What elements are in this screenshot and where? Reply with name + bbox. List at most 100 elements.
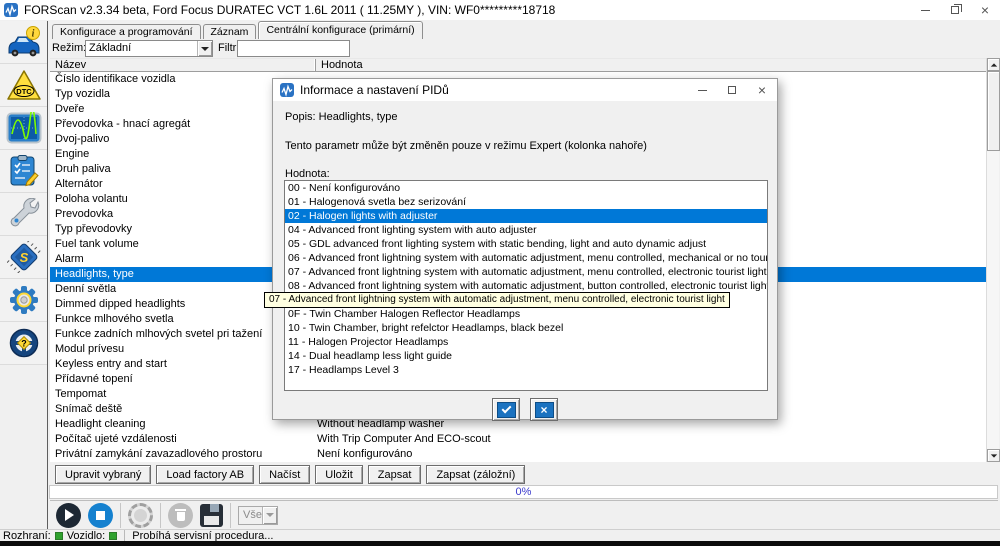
scroll-up-button[interactable] — [987, 58, 1000, 71]
tab-z-znam[interactable]: Záznam — [203, 24, 257, 39]
stop-icon — [96, 511, 105, 520]
mode-label: Režim: — [52, 42, 86, 54]
cancel-dialog-button[interactable]: × — [530, 398, 558, 421]
clear-button[interactable] — [168, 503, 193, 528]
svg-text:DTC: DTC — [16, 87, 32, 96]
tab-bar: Konfigurace a programováníZáznamCentráln… — [52, 21, 425, 39]
ulo-it-button[interactable]: Uložit — [315, 465, 363, 484]
interface-label: Rozhraní: — [3, 530, 51, 542]
column-header-hodnota[interactable]: Hodnota — [316, 59, 986, 71]
dialog-title-bar[interactable]: Informace a nastavení PIDů × — [273, 79, 777, 101]
tab-centr-ln-konfigurace-prim-rn[interactable]: Centrální konfigurace (primární) — [258, 21, 422, 39]
status-message: Probíhá servisní procedura... — [132, 530, 273, 542]
sidebar-divider — [47, 21, 48, 540]
chevron-down-icon[interactable] — [197, 41, 212, 56]
check-icon — [497, 402, 516, 418]
dtc-warning-icon: DTC — [6, 68, 42, 102]
programming-button[interactable]: S — [0, 236, 47, 279]
vehicle-label: Vozidlo: — [67, 530, 106, 542]
dialog-option[interactable]: 08 - Advanced front lightning system wit… — [285, 279, 767, 293]
load-factory-ab-button[interactable]: Load factory AB — [156, 465, 254, 484]
tab-konfigurace-a-programov-n[interactable]: Konfigurace a programování — [52, 24, 201, 39]
filter-input[interactable] — [237, 40, 350, 57]
oscilloscope-icon — [6, 112, 42, 144]
mode-row: Režim: Základní Filtr: — [0, 39, 1000, 58]
settings-button[interactable] — [0, 279, 47, 322]
mode-value: Základní — [89, 42, 131, 54]
dialog-option[interactable]: 17 - Headlamps Level 3 — [285, 363, 767, 377]
dialog-option[interactable]: 10 - Twin Chamber, bright refelctor Head… — [285, 321, 767, 335]
dialog-option[interactable]: 00 - Není konfigurováno — [285, 181, 767, 195]
scroll-down-icon — [990, 454, 996, 457]
minimize-button[interactable] — [910, 0, 940, 20]
trash-icon — [175, 509, 186, 511]
value-label: Hodnota: — [285, 168, 330, 180]
zapsat-button[interactable]: Zapsat — [368, 465, 422, 484]
dialog-option[interactable]: 06 - Advanced front lightning system wit… — [285, 251, 767, 265]
maximize-icon — [728, 86, 736, 94]
value-list: 00 - Není konfigurováno01 - Halogenová s… — [284, 180, 768, 391]
tests-button[interactable] — [0, 150, 47, 193]
svg-text:S: S — [19, 250, 28, 265]
dialog-maximize-button[interactable] — [717, 79, 747, 101]
scroll-up-icon — [990, 63, 996, 66]
dialog-option[interactable]: 02 - Halogen lights with adjuster — [285, 209, 767, 223]
sidebar: i DTC — [0, 21, 47, 365]
status-divider — [124, 530, 125, 541]
steering-wheel-icon: ? — [7, 327, 41, 359]
checklist-icon — [7, 155, 41, 187]
dialog-close-button[interactable]: × — [747, 79, 777, 101]
mode-select[interactable]: Základní — [85, 40, 213, 57]
toolbar-divider — [160, 503, 161, 528]
zapsat-z-lo-n-button[interactable]: Zapsat (záložní) — [426, 465, 525, 484]
floppy-icon — [210, 504, 219, 512]
dialog-option[interactable]: 05 - GDL advanced front lighting system … — [285, 237, 767, 251]
save-button[interactable] — [200, 504, 223, 527]
table-row[interactable]: Počítač ujeté vzdálenostiWith Trip Compu… — [50, 432, 986, 447]
dialog-minimize-button[interactable] — [687, 79, 717, 101]
pid-note: Tento parametr může být změněn pouze v r… — [285, 140, 647, 152]
scroll-down-button[interactable] — [987, 449, 1000, 462]
table-row[interactable]: Privátní zamykání zavazadlového prostoru… — [50, 447, 986, 462]
confirm-button[interactable] — [492, 398, 520, 421]
chevron-down-icon — [262, 507, 277, 524]
dialog-option[interactable]: 0F - Twin Chamber Halogen Reflector Head… — [285, 307, 767, 321]
dtc-button[interactable]: DTC — [0, 64, 47, 107]
self-test-button[interactable] — [128, 503, 153, 528]
restore-button[interactable] — [940, 0, 970, 20]
column-header-nazev[interactable]: Název — [50, 59, 316, 71]
close-icon: × — [758, 83, 766, 97]
status-bar: Rozhraní: Vozidlo: Probíhá servisní proc… — [0, 529, 1000, 541]
minimize-icon — [921, 10, 930, 11]
dialog-option[interactable]: 11 - Halogen Projector Headlamps — [285, 335, 767, 349]
close-icon: × — [981, 3, 989, 17]
play-icon — [65, 509, 74, 521]
stop-button[interactable] — [88, 503, 113, 528]
vehicle-status-led — [109, 532, 117, 540]
table-scrollbar[interactable] — [986, 58, 999, 462]
screen-bottom-edge — [0, 541, 1000, 546]
toolbar-divider — [230, 503, 231, 528]
upravit-vybran-button[interactable]: Upravit vybraný — [55, 465, 151, 484]
help-button[interactable]: ? — [0, 322, 47, 365]
wrench-icon — [7, 198, 41, 230]
title-bar[interactable]: FORScan v2.3.34 beta, Ford Focus DURATEC… — [0, 0, 1000, 20]
scrollbar-thumb[interactable] — [987, 71, 1000, 151]
oscilloscope-button[interactable] — [0, 107, 47, 150]
dialog-option[interactable]: 14 - Dual headlamp less light guide — [285, 349, 767, 363]
dialog-option[interactable]: 07 - Advanced front lightning system wit… — [285, 265, 767, 279]
dialog-option[interactable]: 04 - Advanced front lighting system with… — [285, 223, 767, 237]
x-icon: × — [535, 402, 554, 418]
play-button[interactable] — [56, 503, 81, 528]
restore-icon — [951, 6, 959, 14]
close-button[interactable]: × — [970, 0, 1000, 20]
toolbar-divider — [120, 503, 121, 528]
interface-status-led — [55, 532, 63, 540]
scope-select[interactable]: Vše — [238, 506, 278, 525]
bottom-toolbar: Vše — [50, 500, 998, 529]
na-st-button[interactable]: Načíst — [259, 465, 310, 484]
dialog-option[interactable]: 01 - Halogenová svetla bez serizování — [285, 195, 767, 209]
service-button[interactable] — [0, 193, 47, 236]
chip-icon: S — [7, 241, 41, 273]
scope-value: Vše — [243, 509, 262, 521]
